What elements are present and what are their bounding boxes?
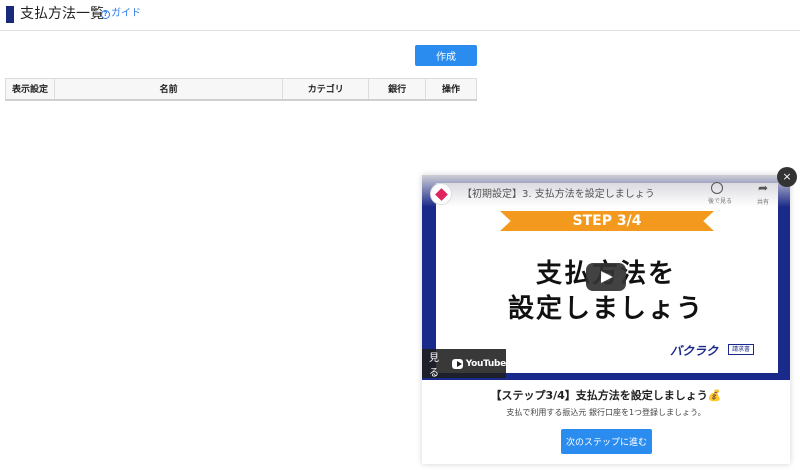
popup-title: 【ステップ3/4】支払方法を設定しましょう💰 [490, 389, 722, 402]
column-header-name[interactable]: 名前 [53, 78, 284, 101]
youtube-label: YouTube [465, 358, 507, 369]
watch-later-button[interactable]: 後で見る [708, 182, 733, 205]
popup-description: 支払で利用する振込元 銀行口座を1つ登録しましょう。 [506, 408, 706, 417]
guide-label: ガイド [111, 8, 141, 19]
channel-logo-icon [435, 188, 448, 201]
watch-on-youtube-button[interactable]: 見る YouTube [422, 349, 507, 379]
column-header-bank[interactable]: 銀行 [368, 78, 427, 101]
title-accent-bar [6, 6, 14, 23]
video-player[interactable]: 【初期設定】3. 支払方法を設定しましょう 後で見る ➦ 共有 STEP 3/4… [422, 175, 790, 380]
page-header: 支払方法一覧 ? ガイド [0, 0, 800, 31]
video-title[interactable]: 【初期設定】3. 支払方法を設定しましょう [462, 185, 655, 200]
page-title: 支払方法一覧 [20, 6, 104, 22]
guide-link[interactable]: ? ガイド [101, 8, 141, 20]
onboarding-popup: 【初期設定】3. 支払方法を設定しましょう 後で見る ➦ 共有 STEP 3/4… [422, 175, 790, 464]
clock-icon [711, 182, 723, 194]
play-icon [601, 271, 613, 283]
share-arrow-icon: ➦ [757, 181, 769, 195]
share-label: 共有 [756, 199, 769, 206]
watch-later-label: 後で見る [708, 198, 733, 205]
share-button[interactable]: ➦ 共有 [754, 181, 772, 207]
watch-on-label: 見る [429, 352, 439, 379]
next-step-button[interactable]: 次のステップに進む [561, 429, 652, 454]
step-banner: STEP 3/4 [500, 211, 714, 231]
create-button[interactable]: 作成 [415, 45, 477, 66]
youtube-icon [452, 358, 463, 369]
column-header-category[interactable]: カテゴリ [282, 78, 370, 101]
close-popup-button[interactable]: × [777, 167, 797, 187]
column-header-actions[interactable]: 操作 [425, 78, 477, 101]
channel-avatar[interactable] [430, 183, 452, 205]
play-button[interactable] [586, 263, 626, 291]
brand-logo: バクラク [670, 344, 719, 358]
payment-methods-table: 表示設定 名前 カテゴリ 銀行 操作 [5, 78, 477, 101]
video-headline-line2: 設定しましょう [507, 294, 704, 324]
brand-tag: 請求書 [728, 344, 755, 355]
question-circle-icon: ? [101, 9, 110, 19]
column-header-display-setting[interactable]: 表示設定 [5, 78, 55, 101]
table-header-row: 表示設定 名前 カテゴリ 銀行 操作 [5, 78, 477, 101]
